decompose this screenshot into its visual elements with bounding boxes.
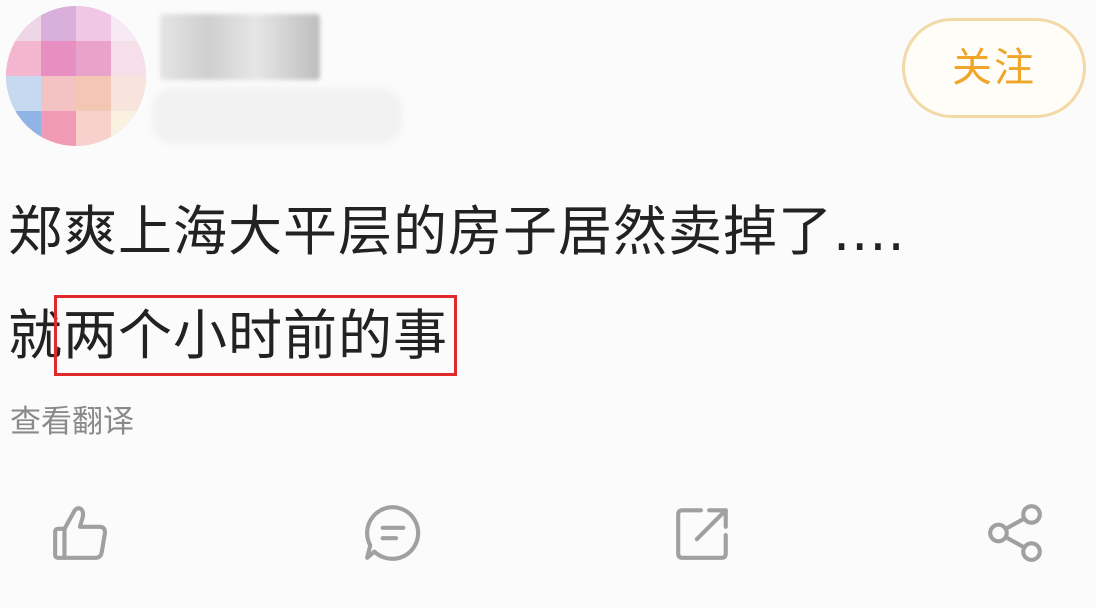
action-bar [0, 490, 1096, 580]
post-text: 郑爽上海大平层的房子居然卖掉了.... 就两个小时前的事 [8, 180, 1093, 388]
repost-button[interactable] [668, 498, 738, 568]
follow-button[interactable]: 关注 [902, 18, 1086, 118]
user-meta-blurred [152, 88, 402, 144]
post-line-2: 就两个小时前的事 [8, 284, 1093, 388]
highlighted-phrase: 两个小时前的事 [54, 295, 457, 376]
repost-icon [676, 508, 728, 560]
comment-icon [365, 505, 421, 561]
share-icon [988, 504, 1042, 562]
share-button[interactable] [980, 498, 1050, 568]
avatar-mosaic [6, 6, 146, 146]
view-translation-link[interactable]: 查看翻译 [10, 400, 134, 444]
thumbs-up-icon [53, 506, 107, 560]
like-button[interactable] [46, 498, 116, 568]
post-line-2-prefix: 就 [8, 304, 63, 367]
post-header: 关注 [0, 0, 1096, 160]
username-blurred [160, 14, 320, 80]
comment-button[interactable] [358, 498, 428, 568]
post-line-1: 郑爽上海大平层的房子居然卖掉了.... [8, 200, 906, 263]
avatar[interactable] [6, 6, 146, 146]
